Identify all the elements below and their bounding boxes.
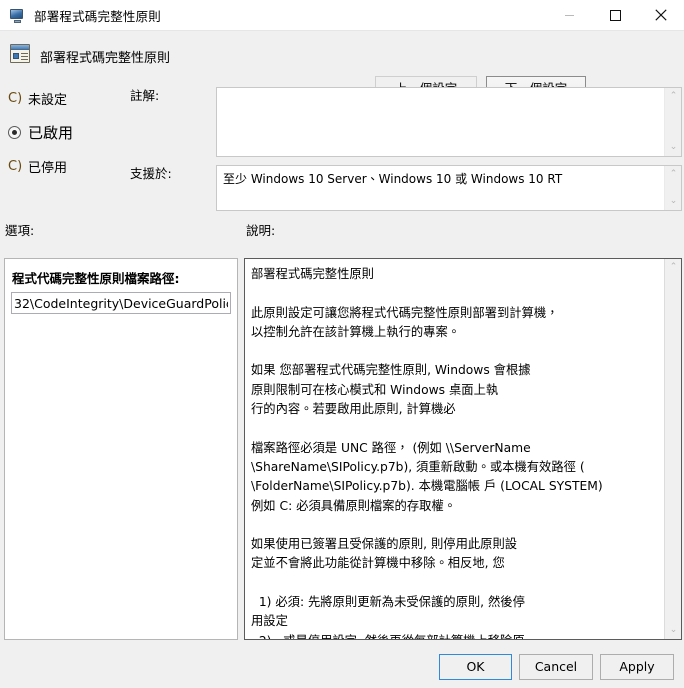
scroll-down-icon[interactable]: ⌄ bbox=[665, 622, 681, 639]
comment-textarea[interactable]: ⌃ ⌄ bbox=[216, 87, 682, 157]
policy-path-label: 程式代碼完整性原則檔案路徑: bbox=[12, 271, 180, 286]
ok-button[interactable]: OK bbox=[439, 654, 512, 680]
window-titlebar: 部署程式碼完整性原則 bbox=[0, 0, 684, 30]
scroll-up-icon[interactable]: ⌃ bbox=[665, 259, 681, 276]
scroll-down-icon[interactable]: ⌄ bbox=[665, 193, 682, 210]
dialog-header: 部署程式碼完整性原則 上一個設定 下一個設定 bbox=[0, 30, 684, 101]
radio-selected-indicator bbox=[8, 125, 21, 139]
supported-on-label: 支援於: bbox=[130, 166, 172, 181]
group-policy-setting-icon bbox=[10, 44, 30, 64]
radio-enabled[interactable]: 已啟用 bbox=[8, 120, 128, 144]
policy-state-radio-group: C) 未設定 已啟用 C) 已停用 bbox=[8, 86, 128, 178]
scroll-up-icon[interactable]: ⌃ bbox=[665, 88, 682, 105]
scroll-up-icon[interactable]: ⌃ bbox=[665, 166, 682, 183]
supported-on-value: 至少 Windows 10 Server、Windows 10 或 Window… bbox=[223, 172, 563, 186]
apply-button[interactable]: Apply bbox=[600, 654, 674, 680]
radio-unselected-glyph: C) bbox=[8, 158, 23, 174]
help-scrollbar[interactable]: ⌃ ⌄ bbox=[664, 259, 681, 639]
computer-monitor-icon bbox=[9, 7, 25, 23]
radio-not-configured-label: 未設定 bbox=[28, 92, 68, 108]
help-panel: 部署程式碼完整性原則 此原則設定可讓您將程式代碼完整性原則部署到計算機， 以控制… bbox=[244, 258, 682, 640]
cancel-button[interactable]: Cancel bbox=[519, 654, 593, 680]
supported-on-box[interactable]: 至少 Windows 10 Server、Windows 10 或 Window… bbox=[216, 165, 682, 211]
options-panel: 程式代碼完整性原則檔案路徑: bbox=[4, 258, 238, 640]
window-title: 部署程式碼完整性原則 bbox=[34, 8, 162, 24]
radio-enabled-label: 已啟用 bbox=[28, 123, 74, 142]
supported-on-scrollbar[interactable]: ⌃ ⌄ bbox=[664, 166, 681, 210]
radio-disabled[interactable]: C) 已停用 bbox=[8, 154, 128, 178]
comment-scrollbar[interactable]: ⌃ ⌄ bbox=[664, 88, 681, 156]
window-controls bbox=[546, 0, 684, 30]
options-section-label: 選項: bbox=[5, 223, 35, 238]
radio-disabled-label: 已停用 bbox=[28, 160, 68, 176]
page-title: 部署程式碼完整性原則 bbox=[40, 51, 171, 66]
radio-not-configured[interactable]: C) 未設定 bbox=[8, 86, 128, 110]
close-icon[interactable] bbox=[638, 0, 684, 30]
policy-path-input[interactable] bbox=[11, 292, 231, 314]
help-text: 部署程式碼完整性原則 此原則設定可讓您將程式代碼完整性原則部署到計算機， 以控制… bbox=[251, 267, 603, 639]
help-section-label: 說明: bbox=[246, 223, 276, 238]
maximize-icon[interactable] bbox=[592, 0, 638, 30]
comment-label: 註解: bbox=[130, 88, 160, 103]
minimize-icon[interactable] bbox=[546, 0, 592, 30]
radio-unselected-glyph: C) bbox=[8, 90, 23, 106]
scroll-down-icon[interactable]: ⌄ bbox=[665, 139, 682, 156]
